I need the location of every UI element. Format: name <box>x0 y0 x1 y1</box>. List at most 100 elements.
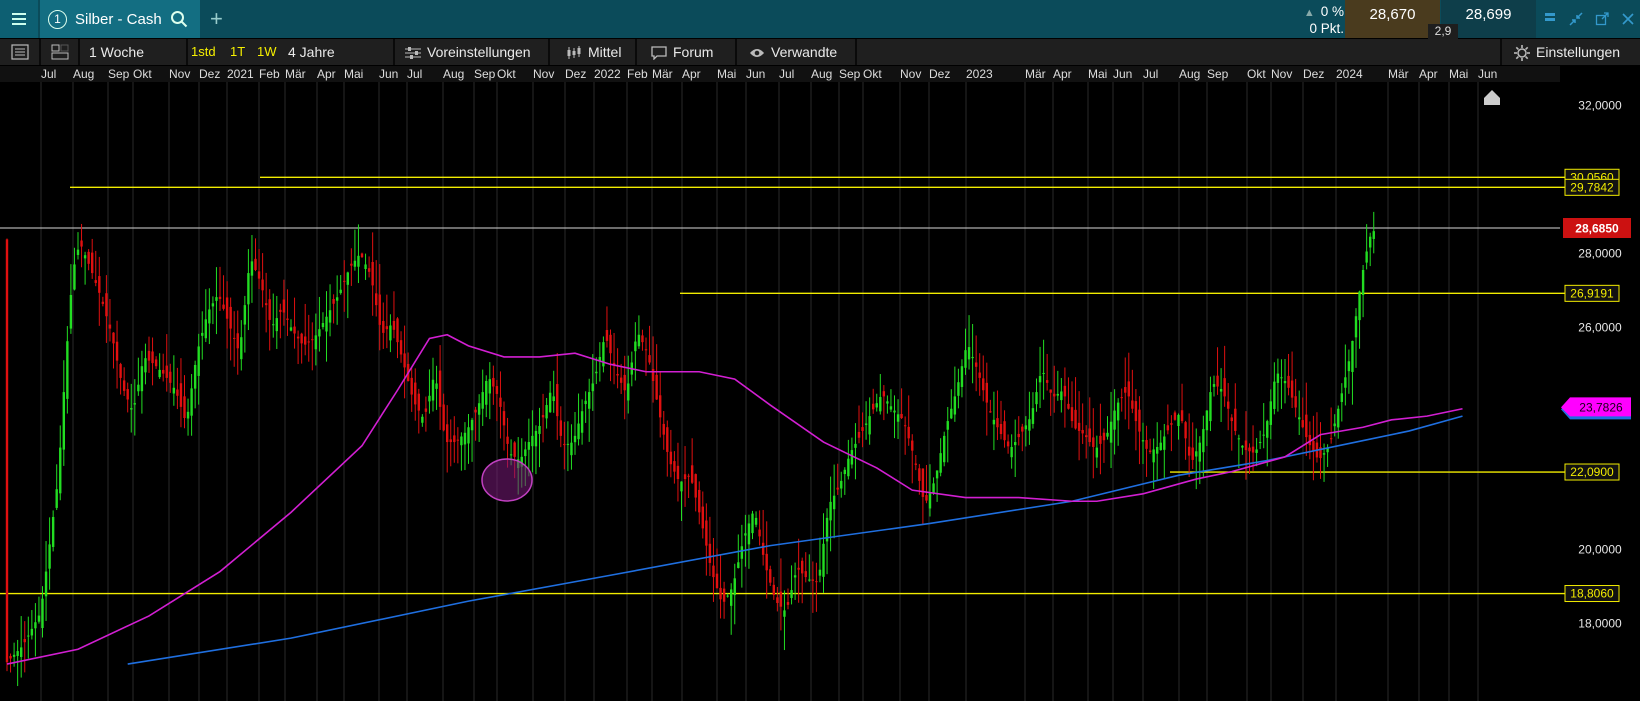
time-axis-label: Okt <box>497 67 516 81</box>
time-axis-label: Sep <box>108 67 130 81</box>
current-price-text: 28,6850 <box>1575 222 1619 236</box>
time-axis-label: Jun <box>1478 67 1498 81</box>
settings-label: Einstellungen <box>1536 44 1621 60</box>
time-axis-label: Mär <box>652 67 673 81</box>
window-controls <box>1538 0 1640 38</box>
level-price-text: 22,0900 <box>1570 465 1614 479</box>
search-icon[interactable] <box>170 10 188 28</box>
time-axis-label: Mai <box>1088 67 1108 81</box>
collapse-icon[interactable] <box>1569 12 1583 26</box>
pin-icon[interactable] <box>1544 12 1556 26</box>
list-icon[interactable] <box>11 44 29 60</box>
price-tick-label: 26,0000 <box>1578 320 1622 334</box>
time-axis-label: Apr <box>1419 67 1438 81</box>
time-axis-label: 2023 <box>966 67 993 81</box>
interval-1t[interactable]: 1T <box>230 39 245 65</box>
popout-icon[interactable] <box>1595 12 1609 26</box>
indicators-label: Mittel <box>588 44 622 60</box>
highlight-ellipse <box>481 458 533 502</box>
time-axis-label: Aug <box>811 67 833 81</box>
time-axis-label: Mär <box>1388 67 1409 81</box>
presets-button[interactable]: Voreinstellungen <box>405 39 531 65</box>
time-axis-label: Apr <box>682 67 701 81</box>
ma-value-text: 23,7826 <box>1579 400 1623 414</box>
current-price-label: 28,6850 <box>1563 218 1631 238</box>
range-selector[interactable]: 4 Jahre <box>288 39 335 65</box>
time-axis-label: Dez <box>929 67 951 81</box>
time-axis-label: Okt <box>133 67 152 81</box>
time-axis-label: Feb <box>259 67 280 81</box>
time-axis-label: Aug <box>73 67 95 81</box>
period-selector[interactable]: 1 Woche <box>89 39 144 65</box>
bid-price[interactable]: 28,670 <box>1345 0 1440 38</box>
level-price-label: 29,7842 <box>1564 178 1620 196</box>
time-axis-label: Jul <box>779 67 795 81</box>
level-price-label: 22,0900 <box>1564 463 1620 481</box>
candle <box>5 238 9 672</box>
price-tick-label: 28,0000 <box>1578 246 1622 260</box>
time-axis-label: Nov <box>1271 67 1293 81</box>
presets-label: Voreinstellungen <box>427 44 531 60</box>
candle <box>943 431 946 467</box>
chart-toolbar: 1 Woche 1std 1T 1W 4 Jahre Voreinstellun… <box>0 39 1640 65</box>
forum-button[interactable]: Forum <box>651 39 713 65</box>
price-chart[interactable]: 32,000028,000026,000020,000018,000030,05… <box>0 82 1640 701</box>
time-axis-label: Mär <box>285 67 306 81</box>
time-axis-label: Jun <box>1113 67 1133 81</box>
gear-icon <box>1514 45 1530 62</box>
price-tick-label: 18,0000 <box>1578 616 1622 630</box>
time-axis-label: Aug <box>443 67 465 81</box>
close-icon[interactable] <box>1622 13 1634 25</box>
interval-1w[interactable]: 1W <box>257 39 277 65</box>
level-price-text: 18,8060 <box>1570 587 1614 601</box>
time-axis-label: Nov <box>533 67 555 81</box>
time-axis-label: Sep <box>1207 67 1229 81</box>
hamburger-icon[interactable] <box>0 0 38 38</box>
instrument-name: Silber - Cash <box>75 10 162 28</box>
title-bar: 1 Silber - Cash + ▲ 0 % 0 Pkt. 28,670 28,… <box>0 0 1640 39</box>
time-axis-label: Mai <box>344 67 364 81</box>
sliders-icon <box>405 47 421 60</box>
time-axis-label: 2024 <box>1336 67 1363 81</box>
price-tick-label: 20,0000 <box>1578 542 1622 556</box>
indicators-button[interactable]: Mittel <box>566 39 621 65</box>
time-axis-label: Mai <box>1449 67 1469 81</box>
time-axis-label: Dez <box>565 67 587 81</box>
time-axis-label: 2022 <box>594 67 621 81</box>
related-button[interactable]: Verwandte <box>749 39 837 65</box>
forum-label: Forum <box>673 44 714 60</box>
change-display: ▲ 0 % 0 Pkt. <box>1292 0 1344 38</box>
ma-value-label: 23,7826 <box>1561 397 1631 420</box>
spread-value: 2,9 <box>1428 24 1458 39</box>
time-axis-label: Jul <box>41 67 57 81</box>
settings-button[interactable]: Einstellungen <box>1514 39 1620 65</box>
time-axis-label: Dez <box>1303 67 1325 81</box>
eye-icon <box>750 49 764 58</box>
time-axis-label: Sep <box>839 67 861 81</box>
layout-icon[interactable] <box>51 44 69 60</box>
up-triangle-icon: ▲ <box>1303 7 1315 19</box>
instrument-number: 1 <box>48 9 67 29</box>
time-axis-label: Okt <box>863 67 882 81</box>
level-price-label: 26,9191 <box>1564 284 1620 302</box>
time-axis-label: Aug <box>1179 67 1201 81</box>
time-axis-label: Sep <box>474 67 496 81</box>
add-tab-button[interactable]: + <box>210 6 223 32</box>
time-axis-label: Apr <box>317 67 336 81</box>
change-percent: 0 % <box>1320 4 1344 19</box>
level-price-text: 29,7842 <box>1570 180 1614 194</box>
time-axis-label: Feb <box>627 67 648 81</box>
time-axis-label: Nov <box>900 67 922 81</box>
time-axis-label: Jun <box>746 67 766 81</box>
related-label: Verwandte <box>771 44 838 60</box>
time-axis: Jul Aug Sep Okt Nov Dez 2021 Feb Mär Apr Mai Jun Jul… <box>0 66 1560 82</box>
price-tick-label: 32,0000 <box>1578 98 1622 112</box>
interval-1std[interactable]: 1std <box>191 39 216 65</box>
time-axis-label: 2021 <box>227 67 254 81</box>
time-axis-label: Mär <box>1025 67 1046 81</box>
instrument-tab[interactable]: 1 Silber - Cash <box>40 0 200 38</box>
time-axis-label: Dez <box>199 67 221 81</box>
time-axis-label: Nov <box>169 67 191 81</box>
time-axis-label: Apr <box>1053 67 1072 81</box>
chat-icon <box>651 46 667 61</box>
